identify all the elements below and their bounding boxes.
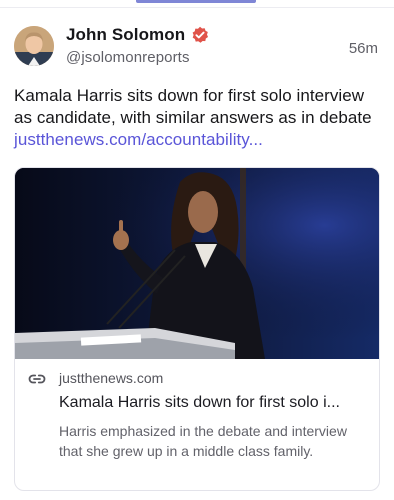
top-divider bbox=[0, 7, 394, 8]
avatar[interactable] bbox=[14, 26, 54, 66]
card-domain: justthenews.com bbox=[59, 370, 164, 386]
post-text: Kamala Harris sits down for first solo i… bbox=[14, 85, 384, 151]
card-description: Harris emphasized in the debate and inte… bbox=[59, 423, 347, 459]
post-header: John Solomon @jsolomonreports 56m bbox=[14, 25, 380, 70]
link-preview-card[interactable]: justthenews.com Kamala Harris sits down … bbox=[14, 167, 380, 491]
author-handle[interactable]: @jsolomonreports bbox=[66, 49, 209, 66]
card-body: justthenews.com Kamala Harris sits down … bbox=[15, 359, 379, 490]
link-icon bbox=[28, 372, 46, 386]
verified-badge-icon bbox=[191, 26, 209, 44]
author-name[interactable]: John Solomon bbox=[66, 25, 185, 45]
post-body-text: Kamala Harris sits down for first solo i… bbox=[14, 86, 372, 127]
post-time: 56m bbox=[348, 40, 378, 57]
post-link[interactable]: justthenews.com/accountability... bbox=[14, 130, 263, 149]
card-title[interactable]: Kamala Harris sits down for first solo i… bbox=[59, 394, 369, 412]
card-image[interactable] bbox=[15, 168, 379, 359]
top-tab-indicator bbox=[136, 0, 256, 3]
